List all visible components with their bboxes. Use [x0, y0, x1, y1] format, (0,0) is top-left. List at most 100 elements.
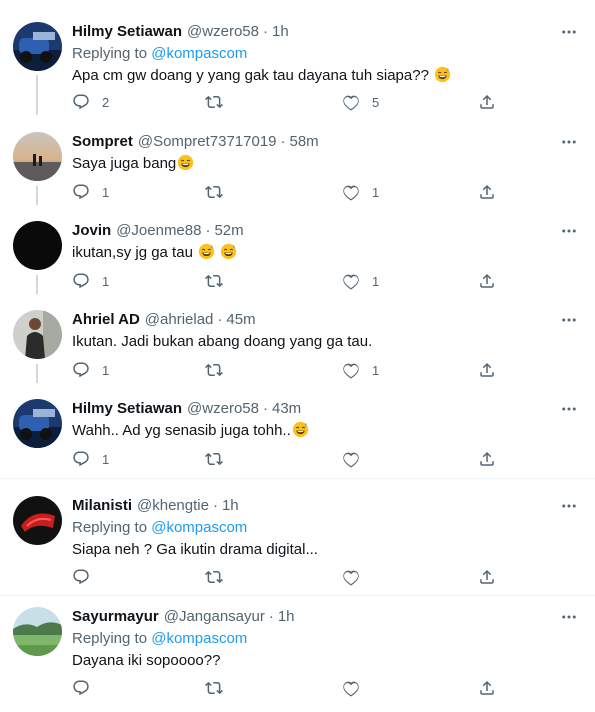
separator-dot: · [280, 133, 286, 150]
timestamp[interactable]: 58m [290, 132, 319, 152]
tweet[interactable]: Sompret @Sompret73717019 · 58m Saya juga… [0, 132, 595, 210]
user-handle[interactable]: @Jangansayur [164, 607, 265, 627]
display-name[interactable]: Milanisti [72, 496, 132, 516]
retweet-icon [205, 93, 223, 111]
tweet-text-content: Siapa neh ? Ga ikutin drama digital... [72, 541, 318, 558]
tweet-body: Hilmy Setiawan @wzero58 · 1h Replying to… [72, 22, 583, 86]
timestamp[interactable]: 52m [214, 221, 243, 241]
tweet-body: Sayurmayur @Jangansayur · 1h Replying to… [72, 607, 583, 671]
display-name[interactable]: Sompret [72, 132, 133, 152]
like-button[interactable]: 1 [342, 271, 379, 291]
like-button[interactable] [342, 567, 372, 587]
more-icon[interactable] [559, 607, 579, 627]
replying-to-link[interactable]: @kompascom [151, 519, 247, 536]
tweet-body: Ahriel AD @ahrielad · 45m Ikutan. Jadi b… [72, 310, 583, 352]
heart-icon [342, 450, 360, 468]
like-count: 1 [372, 184, 380, 200]
retweet-button[interactable] [205, 182, 235, 202]
tweet[interactable]: Ahriel AD @ahrielad · 45m Ikutan. Jadi b… [0, 310, 595, 388]
user-handle[interactable]: @wzero58 [187, 399, 259, 419]
timestamp[interactable]: 1h [272, 22, 289, 42]
avatar[interactable] [13, 310, 62, 359]
tweet[interactable]: Jovin @Joenme88 · 52m ikutan,sy jg ga ta… [0, 221, 595, 299]
reply-button[interactable]: 1 [72, 182, 109, 202]
retweet-icon [205, 450, 223, 468]
retweet-button[interactable] [205, 678, 235, 698]
timestamp[interactable]: 43m [272, 399, 301, 419]
tweet[interactable]: Hilmy Setiawan @wzero58 · 1h Replying to… [0, 22, 595, 118]
retweet-button[interactable] [205, 449, 235, 469]
like-button[interactable]: 1 [342, 182, 379, 202]
tweet-body: Hilmy Setiawan @wzero58 · 43m Wahh.. Ad … [72, 399, 583, 441]
timestamp[interactable]: 1h [222, 496, 239, 516]
tweet-text-content: Dayana iki sopoooo?? [72, 652, 221, 669]
timestamp[interactable]: 45m [226, 310, 255, 330]
reply-count: 2 [102, 94, 110, 110]
display-name[interactable]: Hilmy Setiawan [72, 22, 182, 42]
replying-to-link[interactable]: @kompascom [151, 45, 247, 62]
share-button[interactable] [478, 449, 496, 469]
user-handle[interactable]: @Sompret73717019 [138, 132, 277, 152]
tweet-header: Ahriel AD @ahrielad · 45m [72, 310, 583, 330]
avatar[interactable] [13, 607, 62, 656]
more-icon[interactable] [559, 310, 579, 330]
display-name[interactable]: Hilmy Setiawan [72, 399, 182, 419]
tweet[interactable]: Sayurmayur @Jangansayur · 1h Replying to… [0, 607, 595, 707]
retweet-icon [205, 361, 223, 379]
retweet-button[interactable] [205, 92, 235, 112]
reply-button[interactable] [72, 678, 102, 698]
separator-dot: · [217, 311, 223, 328]
display-name[interactable]: Jovin [72, 221, 111, 241]
retweet-icon [205, 568, 223, 586]
reply-button[interactable]: 1 [72, 449, 109, 469]
tweet-text: Wahh.. Ad yg senasib juga tohh.. [72, 421, 583, 441]
share-button[interactable] [478, 92, 496, 112]
retweet-button[interactable] [205, 271, 235, 291]
avatar[interactable] [13, 496, 62, 545]
like-button[interactable]: 1 [342, 360, 379, 380]
retweet-icon [205, 272, 223, 290]
like-button[interactable]: 5 [342, 92, 379, 112]
more-icon[interactable] [559, 221, 579, 241]
avatar[interactable] [13, 22, 62, 71]
timestamp[interactable]: 1h [278, 607, 295, 627]
reply-button[interactable]: 2 [72, 92, 109, 112]
reply-icon [72, 361, 90, 379]
reply-button[interactable] [72, 567, 102, 587]
tweet-text-content: Ikutan. Jadi bukan abang doang yang ga t… [72, 333, 373, 350]
avatar[interactable] [13, 221, 62, 270]
more-icon[interactable] [559, 132, 579, 152]
tweet-actions [72, 567, 512, 587]
share-button[interactable] [478, 271, 496, 291]
replying-to-link[interactable]: @kompascom [151, 630, 247, 647]
replying-to: Replying to @kompascom [72, 628, 583, 649]
more-icon[interactable] [559, 22, 579, 42]
share-button[interactable] [478, 567, 496, 587]
tweet-header: Hilmy Setiawan @wzero58 · 43m [72, 399, 583, 419]
tweet[interactable]: Milanisti @khengtie · 1h Replying to @ko… [0, 496, 595, 596]
avatar[interactable] [13, 132, 62, 181]
avatar[interactable] [13, 399, 62, 448]
retweet-button[interactable] [205, 360, 235, 380]
like-button[interactable] [342, 449, 372, 469]
user-handle[interactable]: @wzero58 [187, 22, 259, 42]
like-button[interactable] [342, 678, 372, 698]
reply-button[interactable]: 1 [72, 271, 109, 291]
tweet-actions: 1 [72, 449, 512, 469]
share-button[interactable] [478, 678, 496, 698]
user-handle[interactable]: @khengtie [137, 496, 209, 516]
tweet-header: Sayurmayur @Jangansayur · 1h [72, 607, 583, 627]
display-name[interactable]: Ahriel AD [72, 310, 140, 330]
user-handle[interactable]: @Joenme88 [116, 221, 201, 241]
retweet-button[interactable] [205, 567, 235, 587]
display-name[interactable]: Sayurmayur [72, 607, 159, 627]
user-handle[interactable]: @ahrielad [145, 310, 214, 330]
more-icon[interactable] [559, 496, 579, 516]
share-button[interactable] [478, 182, 496, 202]
more-icon[interactable] [559, 399, 579, 419]
share-button[interactable] [478, 360, 496, 380]
reply-button[interactable]: 1 [72, 360, 109, 380]
sweat-smile-emoji-icon [292, 421, 309, 438]
tweet[interactable]: Hilmy Setiawan @wzero58 · 43m Wahh.. Ad … [0, 399, 595, 479]
sweat-smile-emoji-icon [434, 66, 451, 83]
